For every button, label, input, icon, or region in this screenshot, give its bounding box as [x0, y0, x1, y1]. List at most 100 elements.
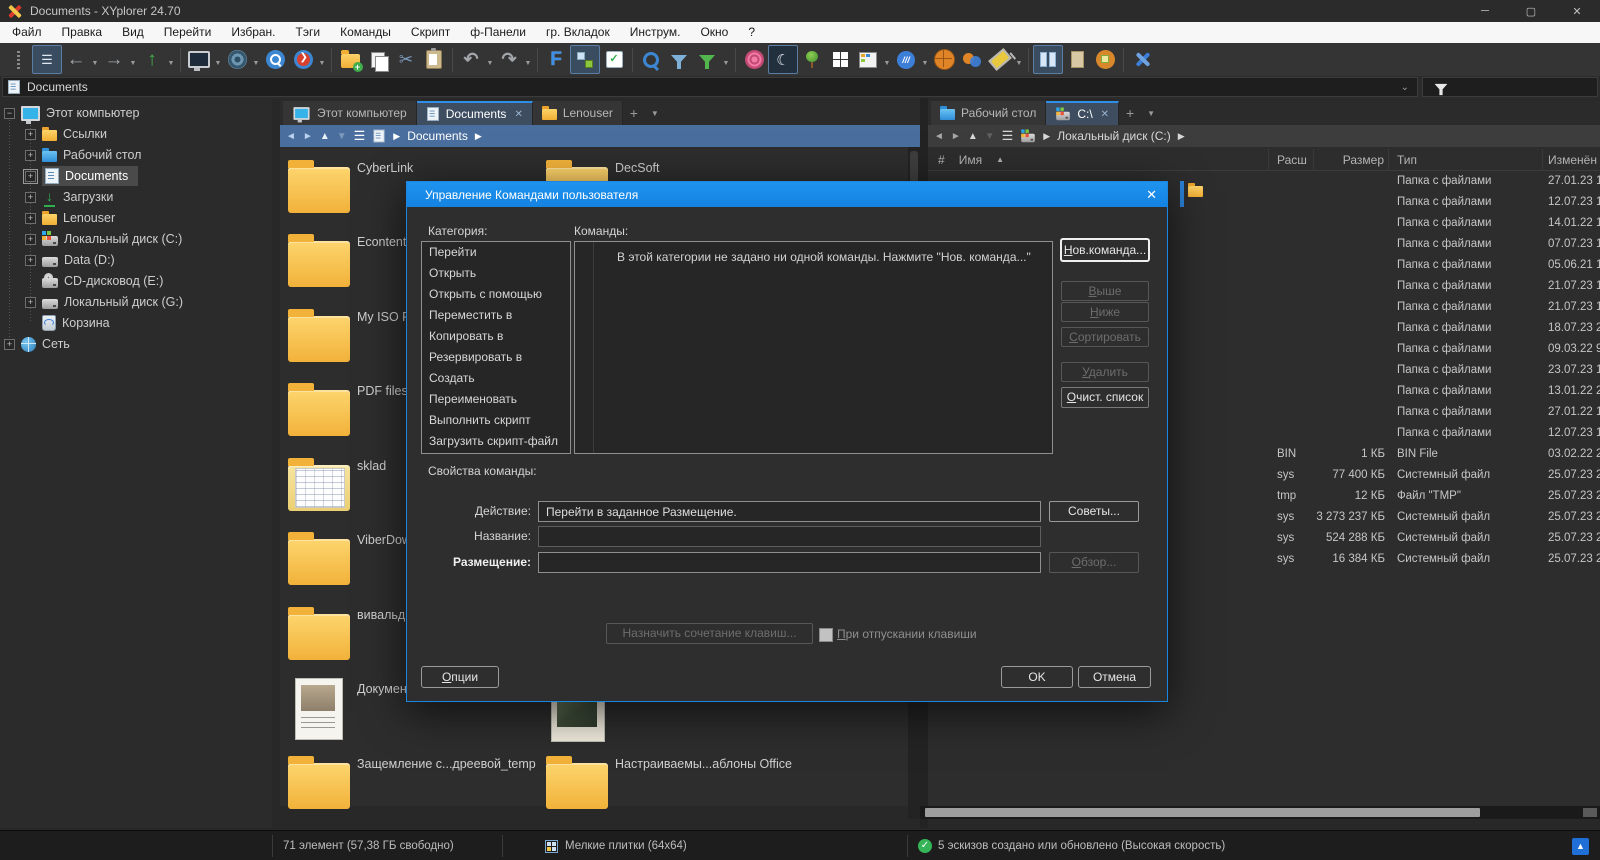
- menu-item[interactable]: гр. Вкладок: [536, 22, 620, 43]
- tree-item-this-pc[interactable]: − Этот компьютер: [4, 103, 139, 124]
- single-pane-icon[interactable]: [1063, 46, 1091, 73]
- column-header-name[interactable]: # Имя ▲: [928, 149, 1269, 170]
- breadcrumb-arrow-icon[interactable]: ▶: [1178, 131, 1185, 142]
- tab-drive-c[interactable]: C:\ ✕: [1046, 101, 1120, 125]
- expander-icon[interactable]: +: [25, 233, 36, 245]
- toolbar-grip-icon[interactable]: [4, 46, 32, 73]
- move-down-button[interactable]: Ниже: [1061, 302, 1149, 322]
- tree-item-recycle-bin[interactable]: Корзина: [42, 313, 110, 333]
- breadcrumb-menu-icon[interactable]: ☰: [1002, 128, 1014, 144]
- tile-pdf-files[interactable]: PDF files: [287, 378, 408, 442]
- category-item[interactable]: Выполнить скрипт: [422, 410, 570, 431]
- breadcrumb-menu-icon[interactable]: ☰: [354, 128, 366, 144]
- scrollbar-thumb[interactable]: [925, 808, 1480, 817]
- menu-item[interactable]: Скрипт: [401, 22, 460, 43]
- move-up-button[interactable]: Выше: [1061, 281, 1149, 301]
- breadcrumb-up-icon[interactable]: ▲: [968, 131, 978, 142]
- options-button[interactable]: Опции: [421, 666, 499, 688]
- report-icon[interactable]: [854, 46, 882, 73]
- breadcrumb-up-icon[interactable]: ▲: [320, 131, 330, 142]
- dark-mode-icon[interactable]: ☾: [768, 45, 798, 74]
- tips-button[interactable]: Советы...: [1049, 501, 1139, 522]
- tree-item-drive-d[interactable]: + Data (D:): [25, 250, 115, 270]
- system-dropdown-icon[interactable]: ▼: [213, 46, 223, 73]
- undo-dropdown-icon[interactable]: ▼: [485, 46, 495, 73]
- category-item[interactable]: Создать: [422, 368, 570, 389]
- right-pane-hscrollbar[interactable]: [920, 806, 1600, 819]
- tree-item-lenouser[interactable]: + Lenouser: [25, 208, 115, 228]
- menu-item[interactable]: ?: [738, 22, 765, 43]
- tab-close-icon[interactable]: ✕: [1101, 109, 1109, 120]
- expander-icon[interactable]: +: [25, 128, 36, 140]
- clear-list-button[interactable]: Очист. список: [1061, 387, 1149, 408]
- breadcrumb-forward-icon[interactable]: ►: [303, 131, 313, 142]
- tile-econtent[interactable]: Econtent: [287, 229, 406, 293]
- breadcrumb-back-icon[interactable]: ◄: [934, 131, 944, 142]
- back-icon[interactable]: ←: [62, 46, 90, 73]
- tree-item-links[interactable]: + Ссылки: [25, 124, 107, 144]
- new-tab-button[interactable]: +: [623, 101, 645, 125]
- minimize-button[interactable]: ─: [1462, 0, 1508, 22]
- tile-viberdow[interactable]: ViberDow: [287, 527, 411, 591]
- expander-icon[interactable]: +: [25, 149, 36, 161]
- quick-filter-dropdown-icon[interactable]: ▼: [721, 46, 731, 73]
- on-key-release-checkbox[interactable]: [819, 628, 833, 642]
- close-button[interactable]: ✕: [1554, 0, 1600, 22]
- highlight-icon[interactable]: [740, 46, 768, 73]
- mini-tree-icon[interactable]: [1091, 46, 1119, 73]
- category-item[interactable]: Открыть с помощью: [422, 284, 570, 305]
- tiles-view-icon[interactable]: [826, 46, 854, 73]
- location-field[interactable]: [538, 552, 1041, 573]
- tree-item-documents[interactable]: + Documents: [23, 166, 139, 186]
- paste-icon[interactable]: [420, 46, 448, 73]
- category-item[interactable]: Резервировать в: [422, 347, 570, 368]
- tab-list-dropdown-icon[interactable]: ▼: [645, 101, 665, 125]
- tile-cyberlink[interactable]: CyberLink: [287, 155, 413, 219]
- system-icon[interactable]: [185, 46, 213, 73]
- category-item[interactable]: Копировать в: [422, 326, 570, 347]
- breadcrumb-arrow-icon[interactable]: ▶: [475, 131, 482, 142]
- ok-button[interactable]: OK: [1001, 666, 1073, 688]
- tools-icon[interactable]: [1128, 46, 1156, 73]
- menu-item[interactable]: Окно: [690, 22, 738, 43]
- breadcrumb-arrow-icon[interactable]: ▶: [1043, 131, 1050, 142]
- breadcrumb-forward-icon[interactable]: ►: [951, 131, 961, 142]
- back-dropdown-icon[interactable]: ▼: [90, 46, 100, 73]
- dialog-title-bar[interactable]: Управление Командами пользователя: [407, 182, 1167, 207]
- dual-pane-icon[interactable]: [1033, 45, 1063, 74]
- tile-zashchemlenie[interactable]: Защемление с...дреевой_temp: [287, 751, 536, 815]
- menu-item[interactable]: Команды: [330, 22, 401, 43]
- cancel-button[interactable]: Отмена: [1078, 666, 1151, 688]
- tile-vivaldi[interactable]: вивальди: [287, 602, 412, 666]
- menu-item[interactable]: Перейти: [154, 22, 222, 43]
- name-field[interactable]: [538, 526, 1041, 547]
- basketball-icon[interactable]: [930, 46, 958, 73]
- breadcrumb-arrow-icon[interactable]: ▶: [393, 131, 400, 142]
- cut-icon[interactable]: ✂: [392, 46, 420, 73]
- filter-icon[interactable]: [665, 46, 693, 73]
- column-header-modified[interactable]: Изменён: [1543, 149, 1600, 170]
- category-item[interactable]: Перейти: [422, 242, 570, 263]
- expander-icon[interactable]: +: [25, 254, 36, 266]
- action-field[interactable]: Перейти в заданное Размещение.: [538, 501, 1041, 522]
- scroll-up-button[interactable]: ▲: [1572, 838, 1589, 855]
- view-mode-status[interactable]: Мелкие плитки (64x64): [565, 831, 687, 860]
- breadcrumb-back-icon[interactable]: ◄: [286, 131, 296, 142]
- new-tab-button[interactable]: +: [1119, 101, 1141, 125]
- paint-dropdown-icon[interactable]: ▼: [1014, 46, 1024, 73]
- tree-item-drive-g[interactable]: + Локальный диск (G:): [25, 292, 183, 312]
- up-dropdown-icon[interactable]: ▼: [166, 46, 176, 73]
- menu-item[interactable]: Избран.: [221, 22, 285, 43]
- new-folder-icon[interactable]: [336, 46, 364, 73]
- copy-icon[interactable]: [364, 46, 392, 73]
- category-item[interactable]: Загрузить скрипт-файл: [422, 431, 570, 452]
- maximize-button[interactable]: ▢: [1508, 0, 1554, 22]
- expander-icon[interactable]: +: [4, 338, 15, 350]
- tree-item-cd-drive[interactable]: CD-дисковод (E:): [42, 271, 163, 291]
- category-item[interactable]: Переместить в: [422, 305, 570, 326]
- breadcrumb-down-icon[interactable]: ▼: [337, 131, 347, 142]
- tab-desktop[interactable]: Рабочий стол: [931, 101, 1047, 125]
- tree-item-network[interactable]: + Сеть: [4, 334, 70, 354]
- expander-icon[interactable]: +: [25, 296, 36, 308]
- quick-filter-icon[interactable]: [693, 46, 721, 73]
